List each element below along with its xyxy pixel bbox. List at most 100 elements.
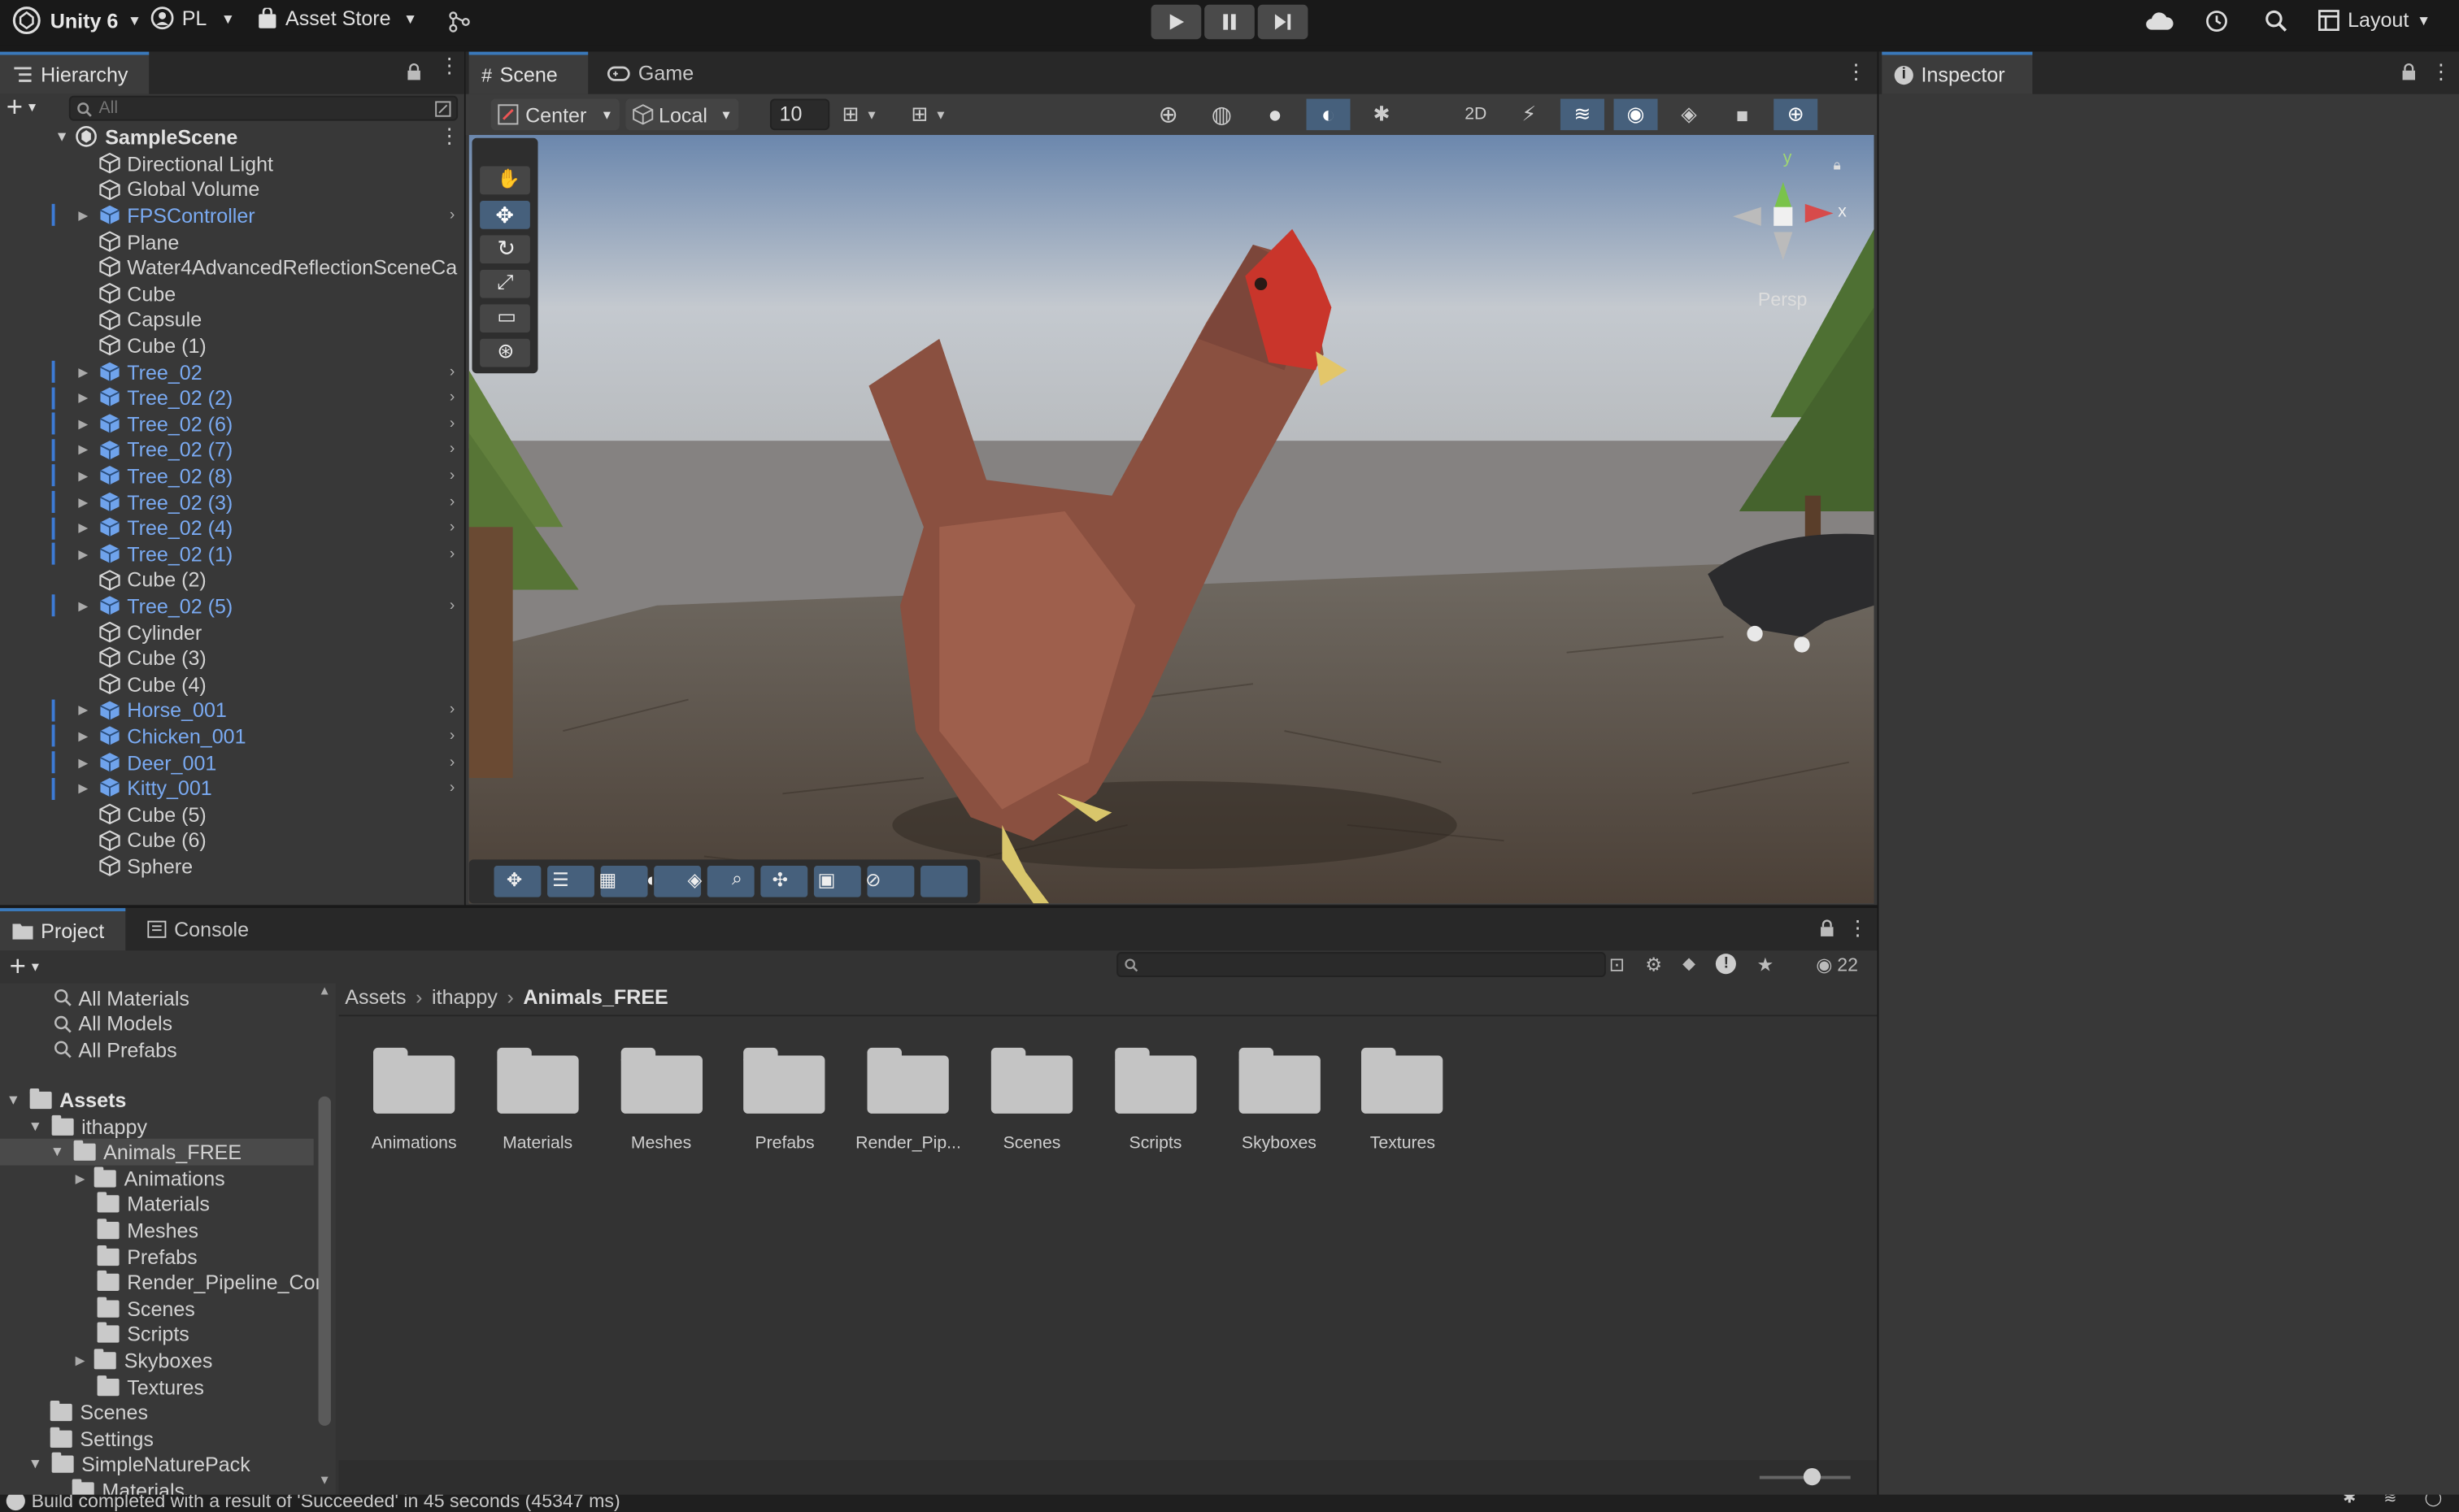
visibility-toggle-button[interactable]: ◉ [1613,98,1658,131]
hierarchy-item[interactable]: ▶ Tree_02 (3) › [0,489,464,515]
expand-right-icon[interactable]: ▶ [78,209,88,223]
tree-folder-item[interactable]: Textures [76,1374,204,1400]
visible-packages-count[interactable]: ◉ 22 [1816,954,1858,975]
tree-folder-item[interactable]: ▶ Skyboxes [76,1348,212,1374]
hierarchy-item[interactable]: Plane [0,228,464,254]
space-dropdown[interactable]: Local ▼ [625,98,739,131]
more-options-icon[interactable]: ⋮ [2431,59,2451,85]
shaded-button[interactable]: ● [1253,99,1297,131]
tree-folder-item[interactable]: Prefabs [76,1244,198,1270]
hierarchy-item[interactable]: ▶ Tree_02 (6) › [0,411,464,437]
expand-right-icon[interactable]: ▶ [78,521,88,535]
favorite-search-item[interactable]: All Prefabs [54,1037,177,1063]
hierarchy-item[interactable]: Sphere [0,854,464,880]
expand-right-icon[interactable]: ▶ [76,1353,85,1367]
open-prefab-icon[interactable]: › [450,728,455,745]
effects-toggle-button[interactable]: ≋ [1560,98,1604,131]
project-search-input[interactable] [1116,952,1606,978]
open-prefab-icon[interactable]: › [450,780,455,797]
tree-scenes[interactable]: Scenes [50,1399,148,1425]
zoom-slider-thumb[interactable] [1803,1467,1821,1486]
hierarchy-item[interactable]: ▶ FPSController › [0,202,464,228]
compass-icon[interactable]: ⊘ [865,868,881,890]
asset-folder[interactable]: Scripts [1096,1047,1216,1153]
hierarchy-item[interactable]: Capsule [0,306,464,332]
warning-icon[interactable]: ! [1716,954,1737,975]
hierarchy-item[interactable]: Cube (3) [0,645,464,671]
asset-folder[interactable]: Skyboxes [1220,1047,1339,1153]
favorite-search-item[interactable]: All Materials [54,985,189,1011]
hierarchy-item[interactable]: Cube (4) [0,671,464,697]
hierarchy-item[interactable]: ▶ Tree_02 › [0,358,464,385]
hierarchy-item[interactable]: ▶ Tree_02 (4) › [0,515,464,541]
hierarchy-item[interactable]: Cube (5) [0,802,464,828]
hierarchy-item[interactable]: ▶ Tree_02 (7) › [0,437,464,463]
debug-draw-mode-button[interactable]: ✱ [1360,99,1404,131]
asset-folder[interactable]: Meshes [602,1047,721,1153]
toggle-2d-button[interactable]: 2D [1454,99,1498,131]
asset-folder[interactable]: Materials [478,1047,598,1153]
more-options-icon[interactable]: ⋮ [439,55,459,76]
hierarchy-search-input[interactable] [98,97,420,119]
asset-store-button[interactable]: Asset Store ▼ [257,7,417,30]
pivot-dropdown[interactable]: Center ▼ [490,98,620,131]
hierarchy-item[interactable]: Directional Light [0,150,464,176]
hierarchy-item[interactable]: Cylinder [0,619,464,645]
tree-folder-item[interactable]: Materials [76,1192,210,1218]
grid-snap-dropdown[interactable]: ⊞ ▼ [842,102,878,127]
hierarchy-item[interactable]: Cube (6) [0,828,464,854]
snapping-icon[interactable]: ✣ [773,868,788,890]
lighting-toggle-button[interactable]: ⚡ [1507,99,1551,131]
hierarchy-item[interactable]: ▶ Tree_02 (2) › [0,385,464,411]
open-prefab-icon[interactable]: › [450,467,455,484]
grid-snap-input[interactable]: 10 [769,98,830,131]
tree-simple-nature-pack[interactable]: ▼ SimpleNaturePack [28,1451,250,1477]
expand-down-icon[interactable]: ▼ [54,129,68,145]
search-icon[interactable]: ⌕ [732,867,742,891]
open-prefab-icon[interactable]: › [450,441,455,458]
tab-console[interactable]: Console [135,908,262,950]
scroll-up-icon[interactable]: ▲ [318,984,330,997]
tree-settings[interactable]: Settings [50,1426,154,1452]
status-message[interactable]: Build completed with a result of 'Succee… [32,1495,620,1512]
tab-project[interactable]: Project [0,908,126,951]
move-tool-icon[interactable]: ✥ [495,202,514,229]
sliders-icon[interactable]: ☰ [552,868,569,890]
tab-game[interactable]: Game [594,52,707,94]
expand-right-icon[interactable]: ▶ [78,729,88,743]
open-prefab-icon[interactable]: › [450,754,455,771]
hierarchy-item[interactable]: Cube [0,280,464,306]
increment-snap-dropdown[interactable]: ⊞ ▼ [911,102,947,127]
open-prefab-icon[interactable]: › [450,389,455,406]
tree-folder-item[interactable]: Meshes [76,1218,198,1244]
asset-folder[interactable]: Scenes [973,1047,1092,1153]
search-by-type-icon[interactable] [434,100,451,117]
tree-folder-item[interactable]: ▶ Animations [76,1166,225,1192]
lock-icon[interactable] [406,63,421,81]
lock-icon[interactable] [2401,63,2417,81]
project-create-button[interactable]: + ▼ [10,949,41,982]
version-control-button[interactable] [449,11,471,33]
search-by-type-icon[interactable]: ⊡ [1609,953,1625,975]
tree-scrollbar[interactable] [318,1096,331,1426]
cloud-button[interactable] [2145,11,2174,32]
open-prefab-icon[interactable]: › [450,597,455,615]
hierarchy-item[interactable]: ▶ Deer_001 › [0,749,464,776]
tree-folder-item[interactable]: Scripts [76,1322,189,1348]
network-icon[interactable]: ≋ [2383,1495,2396,1507]
step-button[interactable] [1257,4,1308,40]
expand-right-icon[interactable]: ▶ [78,443,88,457]
camera-dropdown[interactable]: ■ [1721,99,1765,131]
hierarchy-item[interactable]: ▶ Tree_02 (5) › [0,593,464,619]
expand-right-icon[interactable]: ▶ [78,365,88,379]
hand-tool-icon[interactable]: ✋ [497,167,520,189]
scale-tool-icon[interactable]: ⤢ [497,270,513,295]
open-prefab-icon[interactable]: › [450,519,455,537]
open-prefab-icon[interactable]: › [450,702,455,719]
open-prefab-icon[interactable]: › [450,207,455,224]
more-options-icon[interactable]: ⋮ [1846,59,1866,85]
search-by-scene-icon[interactable]: ⚙ [1645,953,1662,975]
globe-icon[interactable]: ◯ [2425,1495,2443,1507]
scene-viewport[interactable]: ✋ ✥ ↻ ⤢ ▭ ⊛ ✥ ☰ ▦ ◐ ◈ ⌕ ✣ ▣ ⊘ y x 🔒︎ Per… [468,134,1874,904]
expand-right-icon[interactable]: ▶ [78,495,88,509]
